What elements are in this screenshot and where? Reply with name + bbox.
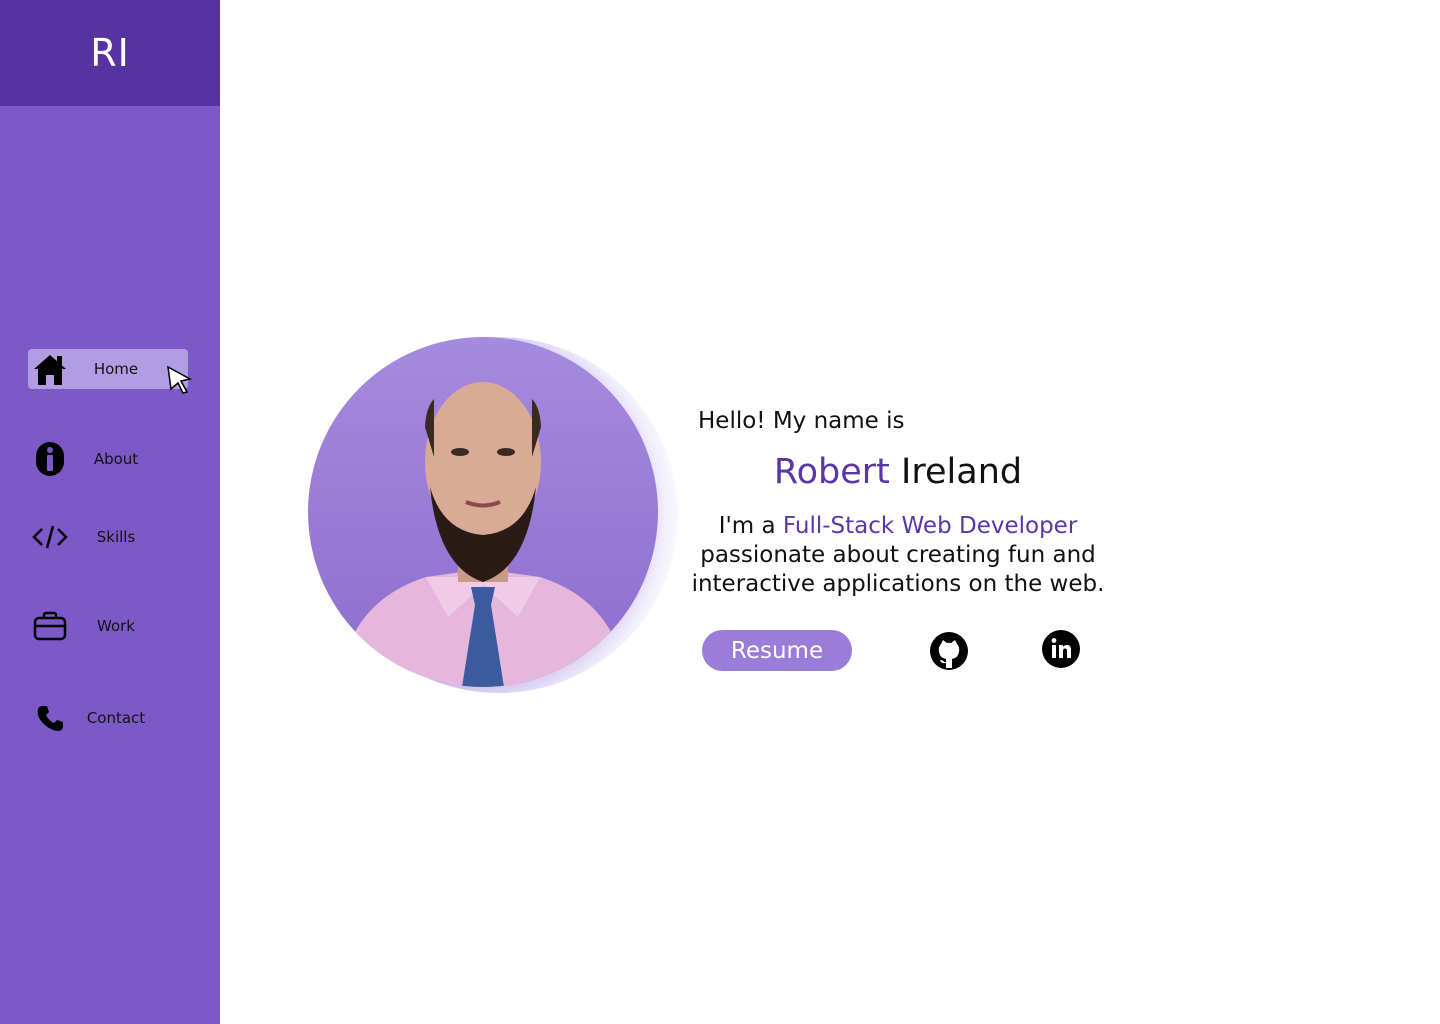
briefcase-icon bbox=[32, 608, 68, 644]
sidebar-item-label: Work bbox=[97, 617, 135, 635]
greeting-text: Hello! My name is bbox=[698, 408, 905, 434]
linkedin-icon bbox=[1042, 630, 1080, 668]
profile-photo-frame bbox=[308, 337, 698, 697]
sidebar: RI Home About Skills Work Contact bbox=[0, 0, 220, 1024]
code-icon bbox=[32, 519, 68, 555]
github-icon bbox=[930, 632, 968, 670]
sidebar-item-skills[interactable]: Skills bbox=[28, 517, 188, 557]
github-link[interactable] bbox=[929, 631, 969, 671]
sidebar-item-label: Home bbox=[93, 360, 139, 378]
sidebar-item-about[interactable]: About bbox=[28, 439, 188, 479]
resume-button[interactable]: Resume bbox=[702, 630, 852, 671]
sidebar-item-label: Skills bbox=[96, 528, 136, 546]
mouse-cursor-icon bbox=[167, 365, 193, 394]
sidebar-item-label: Contact bbox=[86, 709, 146, 727]
linkedin-link[interactable] bbox=[1041, 629, 1081, 669]
sidebar-item-home[interactable]: Home bbox=[28, 349, 188, 389]
first-name: Robert bbox=[773, 452, 890, 492]
full-name-heading: Robert Ireland bbox=[698, 452, 1098, 492]
phone-icon bbox=[32, 700, 68, 736]
profile-photo bbox=[308, 337, 658, 687]
tagline: I'm a Full-Stack Web Developer passionat… bbox=[690, 512, 1106, 599]
home-icon bbox=[32, 351, 68, 387]
intro-prefix: I'm a bbox=[718, 513, 776, 539]
sidebar-item-label: About bbox=[93, 450, 139, 468]
last-name: Ireland bbox=[901, 452, 1023, 492]
sidebar-item-work[interactable]: Work bbox=[28, 606, 188, 646]
info-icon bbox=[32, 441, 68, 477]
brand-logo[interactable]: RI bbox=[0, 0, 220, 106]
role-text: Full-Stack Web Developer bbox=[782, 513, 1078, 539]
description-text: passionate about creating fun and intera… bbox=[691, 542, 1105, 597]
sidebar-item-contact[interactable]: Contact bbox=[28, 698, 188, 738]
